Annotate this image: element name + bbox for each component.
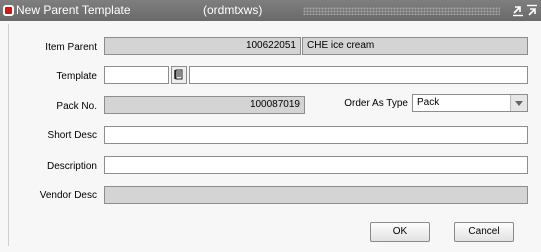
item-parent-label: Item Parent	[45, 42, 97, 53]
template-input[interactable]	[104, 66, 169, 84]
cancel-button[interactable]: Cancel	[454, 222, 514, 242]
maximize-icon[interactable]	[526, 4, 539, 17]
template-label: Template	[56, 71, 97, 82]
minimize-icon[interactable]	[512, 4, 525, 17]
oracle-forms-icon	[3, 5, 14, 16]
pack-no-label: Pack No.	[56, 101, 97, 112]
title-bar[interactable]: New Parent Template (ordmtxws)	[0, 0, 541, 21]
template-description-field[interactable]	[189, 66, 528, 84]
window-title: New Parent Template	[16, 3, 131, 17]
pack-no-field: 100087019	[104, 96, 305, 114]
ok-button[interactable]: OK	[370, 222, 430, 242]
vendor-desc-field	[104, 186, 528, 204]
vendor-desc-label: Vendor Desc	[39, 190, 97, 201]
short-desc-input[interactable]	[104, 126, 528, 144]
description-input[interactable]	[104, 156, 528, 174]
title-bar-grip	[303, 7, 500, 15]
list-of-values-icon	[174, 69, 183, 80]
window-module-name: (ordmtxws)	[203, 3, 263, 17]
template-list-of-values-button[interactable]	[171, 66, 187, 84]
description-label: Description	[46, 161, 97, 172]
order-as-type-label: Order As Type	[344, 98, 408, 109]
order-as-type-value: Pack	[417, 97, 440, 108]
order-as-type-dropdown[interactable]: Pack	[412, 94, 528, 112]
chevron-down-icon[interactable]	[510, 95, 527, 111]
short-desc-label: Short Desc	[47, 130, 97, 141]
item-parent-number-field: 100622051	[104, 37, 301, 55]
item-parent-description-field: CHE ice cream	[302, 37, 528, 55]
